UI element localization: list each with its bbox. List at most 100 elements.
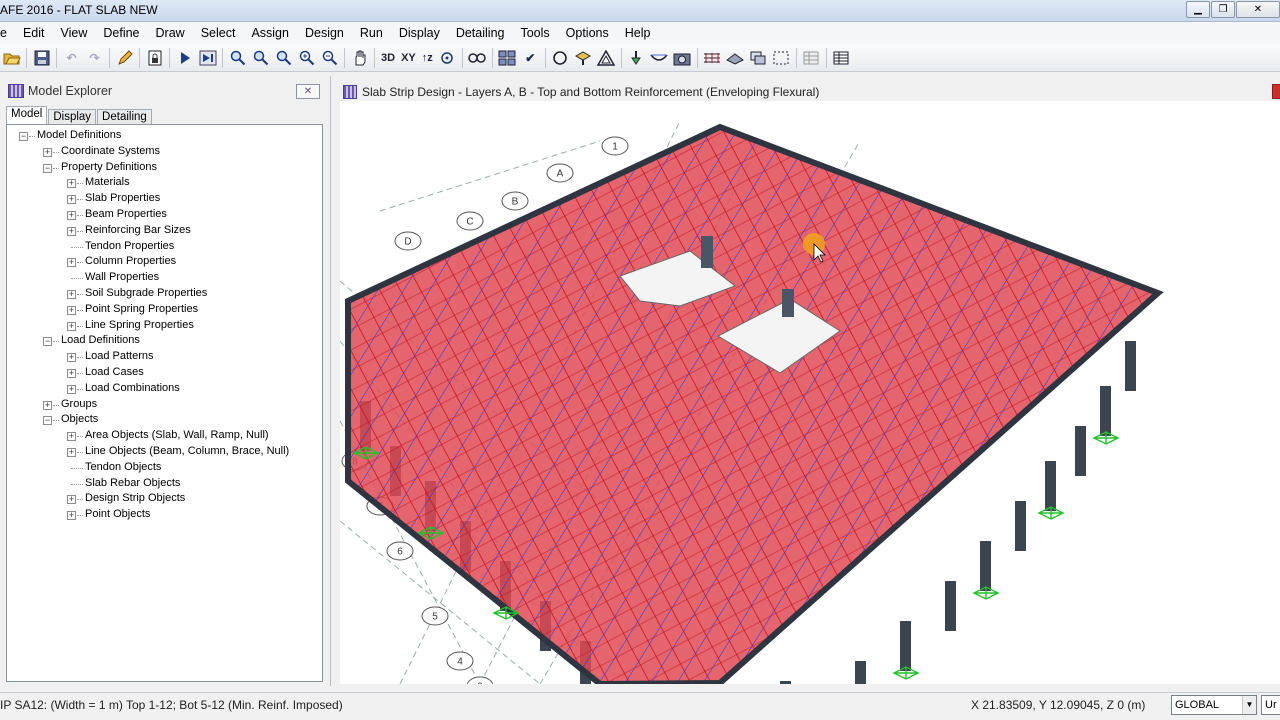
- select-grid-icon[interactable]: [496, 47, 519, 69]
- grid-table-icon[interactable]: [800, 47, 823, 69]
- tree-node[interactable]: − Objects: [7, 412, 322, 428]
- menu-tools[interactable]: Tools: [512, 26, 557, 40]
- coordinate-system-select[interactable]: GLOBAL ▼: [1171, 695, 1257, 715]
- tab-display[interactable]: Display: [48, 109, 97, 124]
- tree-node[interactable]: − Model Definitions: [7, 128, 322, 144]
- collapse-icon[interactable]: −: [19, 132, 28, 141]
- draw-circle-icon[interactable]: [549, 47, 572, 69]
- tree-node[interactable]: + Groups: [7, 397, 322, 413]
- open-icon[interactable]: [0, 47, 23, 69]
- units-select[interactable]: Ur: [1261, 695, 1280, 715]
- menu-display[interactable]: Display: [391, 26, 448, 40]
- tree-node[interactable]: + Reinforcing Bar Sizes: [7, 223, 322, 239]
- expand-icon[interactable]: +: [43, 400, 52, 410]
- menu-view[interactable]: View: [53, 26, 96, 40]
- menu-select[interactable]: Select: [193, 26, 244, 40]
- save-icon[interactable]: [30, 47, 53, 69]
- tree-node[interactable]: + Coordinate Systems: [7, 144, 322, 160]
- column[interactable]: [1045, 461, 1056, 511]
- point-load-icon[interactable]: [625, 47, 648, 69]
- tree-node[interactable]: + Slab Properties: [7, 191, 322, 207]
- maximize-button[interactable]: ❐: [1211, 1, 1235, 18]
- column[interactable]: [1125, 341, 1136, 391]
- zoom-all-icon[interactable]: [272, 47, 295, 69]
- tree-node[interactable]: Wall Properties: [7, 270, 322, 286]
- column[interactable]: [900, 621, 911, 671]
- view-xy-button[interactable]: XY: [398, 52, 419, 64]
- tree-node[interactable]: + Load Cases: [7, 365, 322, 381]
- expand-icon[interactable]: +: [67, 210, 76, 220]
- tree-node[interactable]: + Line Objects (Beam, Column, Brace, Null…: [7, 444, 322, 460]
- tree-node[interactable]: − Property Definitions: [7, 160, 322, 176]
- zoom-out-icon[interactable]: [318, 47, 341, 69]
- redo-icon[interactable]: ↷: [83, 47, 106, 69]
- menu-detailing[interactable]: Detailing: [448, 26, 513, 40]
- run-to-end-icon[interactable]: [196, 47, 219, 69]
- menu-assign[interactable]: Assign: [243, 26, 297, 40]
- expand-icon[interactable]: +: [43, 147, 52, 157]
- expand-icon[interactable]: +: [67, 368, 76, 378]
- tree-node[interactable]: + Beam Properties: [7, 207, 322, 223]
- column[interactable]: [1015, 501, 1026, 551]
- tree-node[interactable]: + Soil Subgrade Properties: [7, 286, 322, 302]
- deflected-shape-icon[interactable]: [648, 47, 671, 69]
- tree-node[interactable]: + Area Objects (Slab, Wall, Ramp, Null): [7, 428, 322, 444]
- collapse-icon[interactable]: −: [43, 163, 52, 173]
- pencil-icon[interactable]: [113, 47, 136, 69]
- expand-icon[interactable]: +: [67, 226, 76, 236]
- tree-node[interactable]: + Materials: [7, 175, 322, 191]
- slab-model-drawing[interactable]: 1ABCD876549: [340, 101, 1280, 684]
- tree-node[interactable]: + Design Strip Objects: [7, 491, 322, 507]
- lock-icon[interactable]: [143, 47, 166, 69]
- zoom-in-icon[interactable]: [295, 47, 318, 69]
- menu-draw[interactable]: Draw: [148, 26, 193, 40]
- tab-model[interactable]: Model: [6, 106, 48, 124]
- perspective-icon[interactable]: [466, 47, 489, 69]
- menu-define[interactable]: Define: [95, 26, 147, 40]
- zoom-window-icon[interactable]: [226, 47, 249, 69]
- menu-edit[interactable]: Edit: [15, 26, 53, 40]
- tree-node[interactable]: + Point Objects: [7, 507, 322, 523]
- menu-options[interactable]: Options: [558, 26, 617, 40]
- close-window-button[interactable]: ✕: [1236, 1, 1280, 18]
- expand-icon[interactable]: +: [67, 321, 76, 331]
- table-icon[interactable]: [830, 47, 853, 69]
- expand-icon[interactable]: +: [67, 447, 76, 457]
- tree-node[interactable]: + Point Spring Properties: [7, 302, 322, 318]
- expand-icon[interactable]: +: [67, 511, 76, 521]
- tree-node[interactable]: Tendon Objects: [7, 460, 322, 476]
- tree-node[interactable]: + Line Spring Properties: [7, 318, 322, 334]
- column[interactable]: [945, 581, 956, 631]
- view-z-button[interactable]: ↑z: [419, 52, 436, 64]
- tree-node[interactable]: + Load Combinations: [7, 381, 322, 397]
- tree-node[interactable]: − Load Definitions: [7, 333, 322, 349]
- check-icon[interactable]: ✔: [519, 47, 542, 69]
- expand-icon[interactable]: +: [67, 495, 76, 505]
- undo-icon[interactable]: ↶: [60, 47, 83, 69]
- strip-forces-icon[interactable]: [701, 47, 724, 69]
- expand-icon[interactable]: +: [67, 432, 76, 442]
- view-3d-button[interactable]: 3D: [378, 52, 398, 64]
- expand-icon[interactable]: +: [67, 179, 76, 189]
- expand-icon[interactable]: +: [67, 289, 76, 299]
- expand-icon[interactable]: +: [67, 353, 76, 363]
- collapse-icon[interactable]: −: [43, 416, 52, 426]
- expand-icon[interactable]: +: [67, 305, 76, 315]
- run-icon[interactable]: [173, 47, 196, 69]
- model-canvas[interactable]: 1ABCD876549: [340, 101, 1280, 684]
- column[interactable]: [780, 681, 791, 684]
- column[interactable]: [980, 541, 991, 591]
- column[interactable]: [1075, 426, 1086, 476]
- rotate-view-icon[interactable]: [436, 47, 459, 69]
- tree-node[interactable]: Tendon Properties: [7, 239, 322, 255]
- close-view-button[interactable]: [1272, 84, 1280, 99]
- triangle-warning-icon[interactable]: [595, 47, 618, 69]
- expand-icon[interactable]: +: [67, 384, 76, 394]
- camera-icon[interactable]: [671, 47, 694, 69]
- tree-node[interactable]: Slab Rebar Objects: [7, 476, 322, 492]
- minimize-button[interactable]: ▁: [1186, 1, 1210, 18]
- menu-run[interactable]: Run: [352, 26, 391, 40]
- menu-e[interactable]: e: [0, 26, 15, 40]
- collapse-icon[interactable]: −: [43, 337, 52, 347]
- pan-icon[interactable]: [348, 47, 371, 69]
